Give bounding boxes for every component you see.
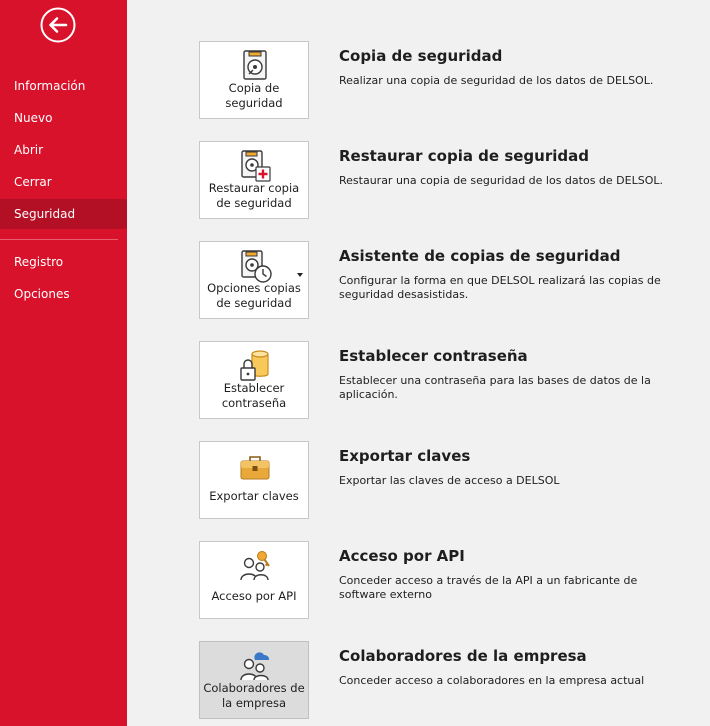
users-cloud-icon xyxy=(240,652,270,681)
section-desc-backup: Realizar una copia de seguridad de los d… xyxy=(339,74,654,87)
sidebar-item-seguridad[interactable]: Seguridad xyxy=(0,199,127,229)
sidebar-divider xyxy=(0,239,118,240)
backup-options-label-1: Opciones copias xyxy=(207,281,301,295)
section-title-backup: Copia de seguridad xyxy=(339,47,503,65)
restore-button-label-2: de seguridad xyxy=(216,196,292,210)
set-password-button[interactable]: Establecer contraseña xyxy=(199,341,309,419)
section-desc-collaborators: Conceder acceso a colaboradores en la em… xyxy=(339,674,645,687)
section-desc-api: Conceder acceso a través de la API a un … xyxy=(339,574,638,601)
collaborators-label-1: Colaboradores de xyxy=(203,681,305,695)
section-desc-assistant: Configurar la forma en que DELSOL realiz… xyxy=(339,274,661,301)
restore-button-label-1: Restaurar copia xyxy=(208,181,300,195)
sidebar-item-cerrar[interactable]: Cerrar xyxy=(0,167,127,197)
section-title-api: Acceso por API xyxy=(339,547,465,565)
backup-options-button[interactable]: Opciones copias de seguridad xyxy=(199,241,309,319)
briefcase-icon xyxy=(240,456,270,480)
users-key-icon xyxy=(240,551,270,581)
backup-button[interactable]: Copia de seguridad xyxy=(199,41,309,119)
export-keys-label: Exportar claves xyxy=(209,489,299,503)
sidebar-item-nuevo[interactable]: Nuevo xyxy=(0,103,127,133)
backup-button-label-1: Copia de xyxy=(228,81,280,95)
back-button[interactable] xyxy=(40,7,76,43)
set-password-label-2: contraseña xyxy=(221,396,287,410)
backup-disk-icon xyxy=(243,50,267,80)
restore-backup-button[interactable]: Restaurar copia de seguridad xyxy=(199,141,309,219)
api-access-label: Acceso por API xyxy=(211,589,297,603)
collaborators-label-2: la empresa xyxy=(221,696,287,710)
sidebar-item-informacion[interactable]: Información xyxy=(0,71,127,101)
section-desc-restore: Restaurar una copia de seguridad de los … xyxy=(339,174,663,187)
section-desc-password: Establecer una contraseña para las bases… xyxy=(339,374,651,401)
section-desc-export: Exportar las claves de acceso a DELSOL xyxy=(339,474,560,487)
section-title-restore: Restaurar copia de seguridad xyxy=(339,147,589,165)
sidebar-item-abrir[interactable]: Abrir xyxy=(0,135,127,165)
sidebar: Información Nuevo Abrir Cerrar Seguridad… xyxy=(0,0,127,726)
dropdown-arrow-icon[interactable] xyxy=(297,273,303,277)
sidebar-item-opciones[interactable]: Opciones xyxy=(0,279,127,309)
section-title-assistant: Asistente de copias de seguridad xyxy=(339,247,621,265)
section-title-export: Exportar claves xyxy=(339,447,471,465)
sidebar-item-registro[interactable]: Registro xyxy=(0,247,127,277)
api-access-button[interactable]: Acceso por API xyxy=(199,541,309,619)
backup-button-label-2: seguridad xyxy=(225,96,283,110)
set-password-label-1: Establecer xyxy=(223,381,285,395)
export-keys-button[interactable]: Exportar claves xyxy=(199,441,309,519)
database-lock-icon xyxy=(240,350,269,381)
backup-schedule-icon xyxy=(241,250,272,283)
collaborators-button[interactable]: Colaboradores de la empresa xyxy=(199,641,309,719)
restore-disk-icon xyxy=(241,150,271,182)
section-title-password: Establecer contraseña xyxy=(339,347,528,365)
backup-options-label-2: de seguridad xyxy=(216,296,292,310)
back-arrow-icon xyxy=(40,7,76,43)
section-title-collaborators: Colaboradores de la empresa xyxy=(339,647,587,665)
